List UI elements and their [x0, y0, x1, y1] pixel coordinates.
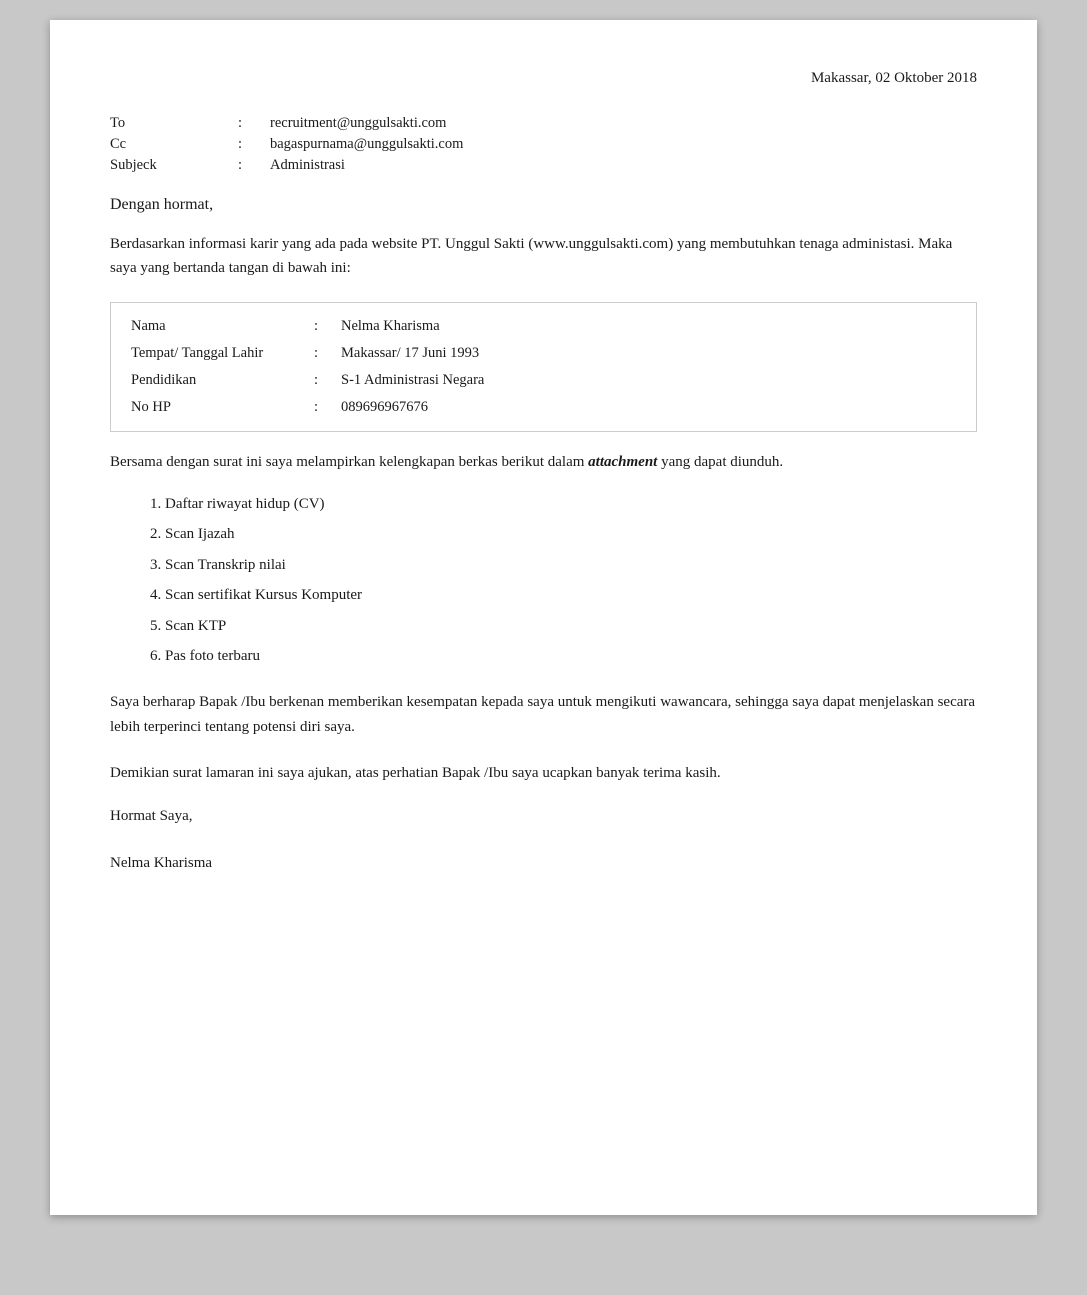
info-table: Nama : Nelma Kharisma Tempat/ Tanggal La…	[110, 302, 977, 432]
greeting: Dengan hormat,	[110, 196, 977, 214]
info-value-nama: Nelma Kharisma	[341, 318, 956, 335]
info-label-ttl: Tempat/ Tanggal Lahir	[131, 345, 291, 362]
info-value-pendidikan: S-1 Administrasi Negara	[341, 372, 956, 389]
body-paragraph-1: Saya berharap Bapak /Ibu berkenan member…	[110, 690, 977, 740]
attachment-before: Bersama dengan surat ini saya melampirka…	[110, 454, 588, 470]
info-label-nohp: No HP	[131, 399, 291, 416]
info-value-ttl: Makassar/ 17 Juni 1993	[341, 345, 956, 362]
to-value: recruitment@unggulsakti.com	[270, 115, 977, 132]
date-line: Makassar, 02 Oktober 2018	[110, 70, 977, 87]
header-fields: To : recruitment@unggulsakti.com Cc : ba…	[110, 115, 977, 174]
info-row-pendidikan: Pendidikan : S-1 Administrasi Negara	[131, 367, 956, 394]
attachment-italic: attachment	[588, 454, 657, 470]
signature-gap	[110, 833, 977, 855]
info-colon-nama: :	[291, 318, 341, 335]
to-colon: :	[210, 115, 270, 132]
cc-label: Cc	[110, 136, 210, 153]
subject-label: Subjeck	[110, 157, 210, 174]
attachment-after: yang dapat diunduh.	[657, 454, 783, 470]
list-item: 2. Scan Ijazah	[150, 523, 977, 546]
body-paragraph-2: Demikian surat lamaran ini saya ajukan, …	[110, 761, 977, 786]
info-colon-pendidikan: :	[291, 372, 341, 389]
info-value-nohp: 089696967676	[341, 399, 956, 416]
list-item: 4. Scan sertifikat Kursus Komputer	[150, 584, 977, 607]
cc-value: bagaspurnama@unggulsakti.com	[270, 136, 977, 153]
attachment-text: Bersama dengan surat ini saya melampirka…	[110, 450, 977, 475]
list-item: 1. Daftar riwayat hidup (CV)	[150, 493, 977, 516]
letter-page: Makassar, 02 Oktober 2018 To : recruitme…	[50, 20, 1037, 1215]
info-colon-ttl: :	[291, 345, 341, 362]
signature-name: Nelma Kharisma	[110, 855, 977, 872]
list-item: 6. Pas foto terbaru	[150, 645, 977, 668]
info-row-ttl: Tempat/ Tanggal Lahir : Makassar/ 17 Jun…	[131, 340, 956, 367]
list-item: 5. Scan KTP	[150, 615, 977, 638]
to-label: To	[110, 115, 210, 132]
info-row-nohp: No HP : 089696967676	[131, 394, 956, 421]
subject-value: Administrasi	[270, 157, 977, 174]
info-row-nama: Nama : Nelma Kharisma	[131, 313, 956, 340]
to-field-row: To : recruitment@unggulsakti.com	[110, 115, 977, 132]
subject-colon: :	[210, 157, 270, 174]
info-label-nama: Nama	[131, 318, 291, 335]
info-colon-nohp: :	[291, 399, 341, 416]
info-label-pendidikan: Pendidikan	[131, 372, 291, 389]
attachment-list: 1. Daftar riwayat hidup (CV) 2. Scan Ija…	[150, 493, 977, 668]
cc-field-row: Cc : bagaspurnama@unggulsakti.com	[110, 136, 977, 153]
date-text: Makassar, 02 Oktober 2018	[811, 70, 977, 86]
subject-field-row: Subjeck : Administrasi	[110, 157, 977, 174]
intro-paragraph: Berdasarkan informasi karir yang ada pad…	[110, 232, 977, 280]
cc-colon: :	[210, 136, 270, 153]
list-item: 3. Scan Transkrip nilai	[150, 554, 977, 577]
closing: Hormat Saya,	[110, 808, 977, 825]
